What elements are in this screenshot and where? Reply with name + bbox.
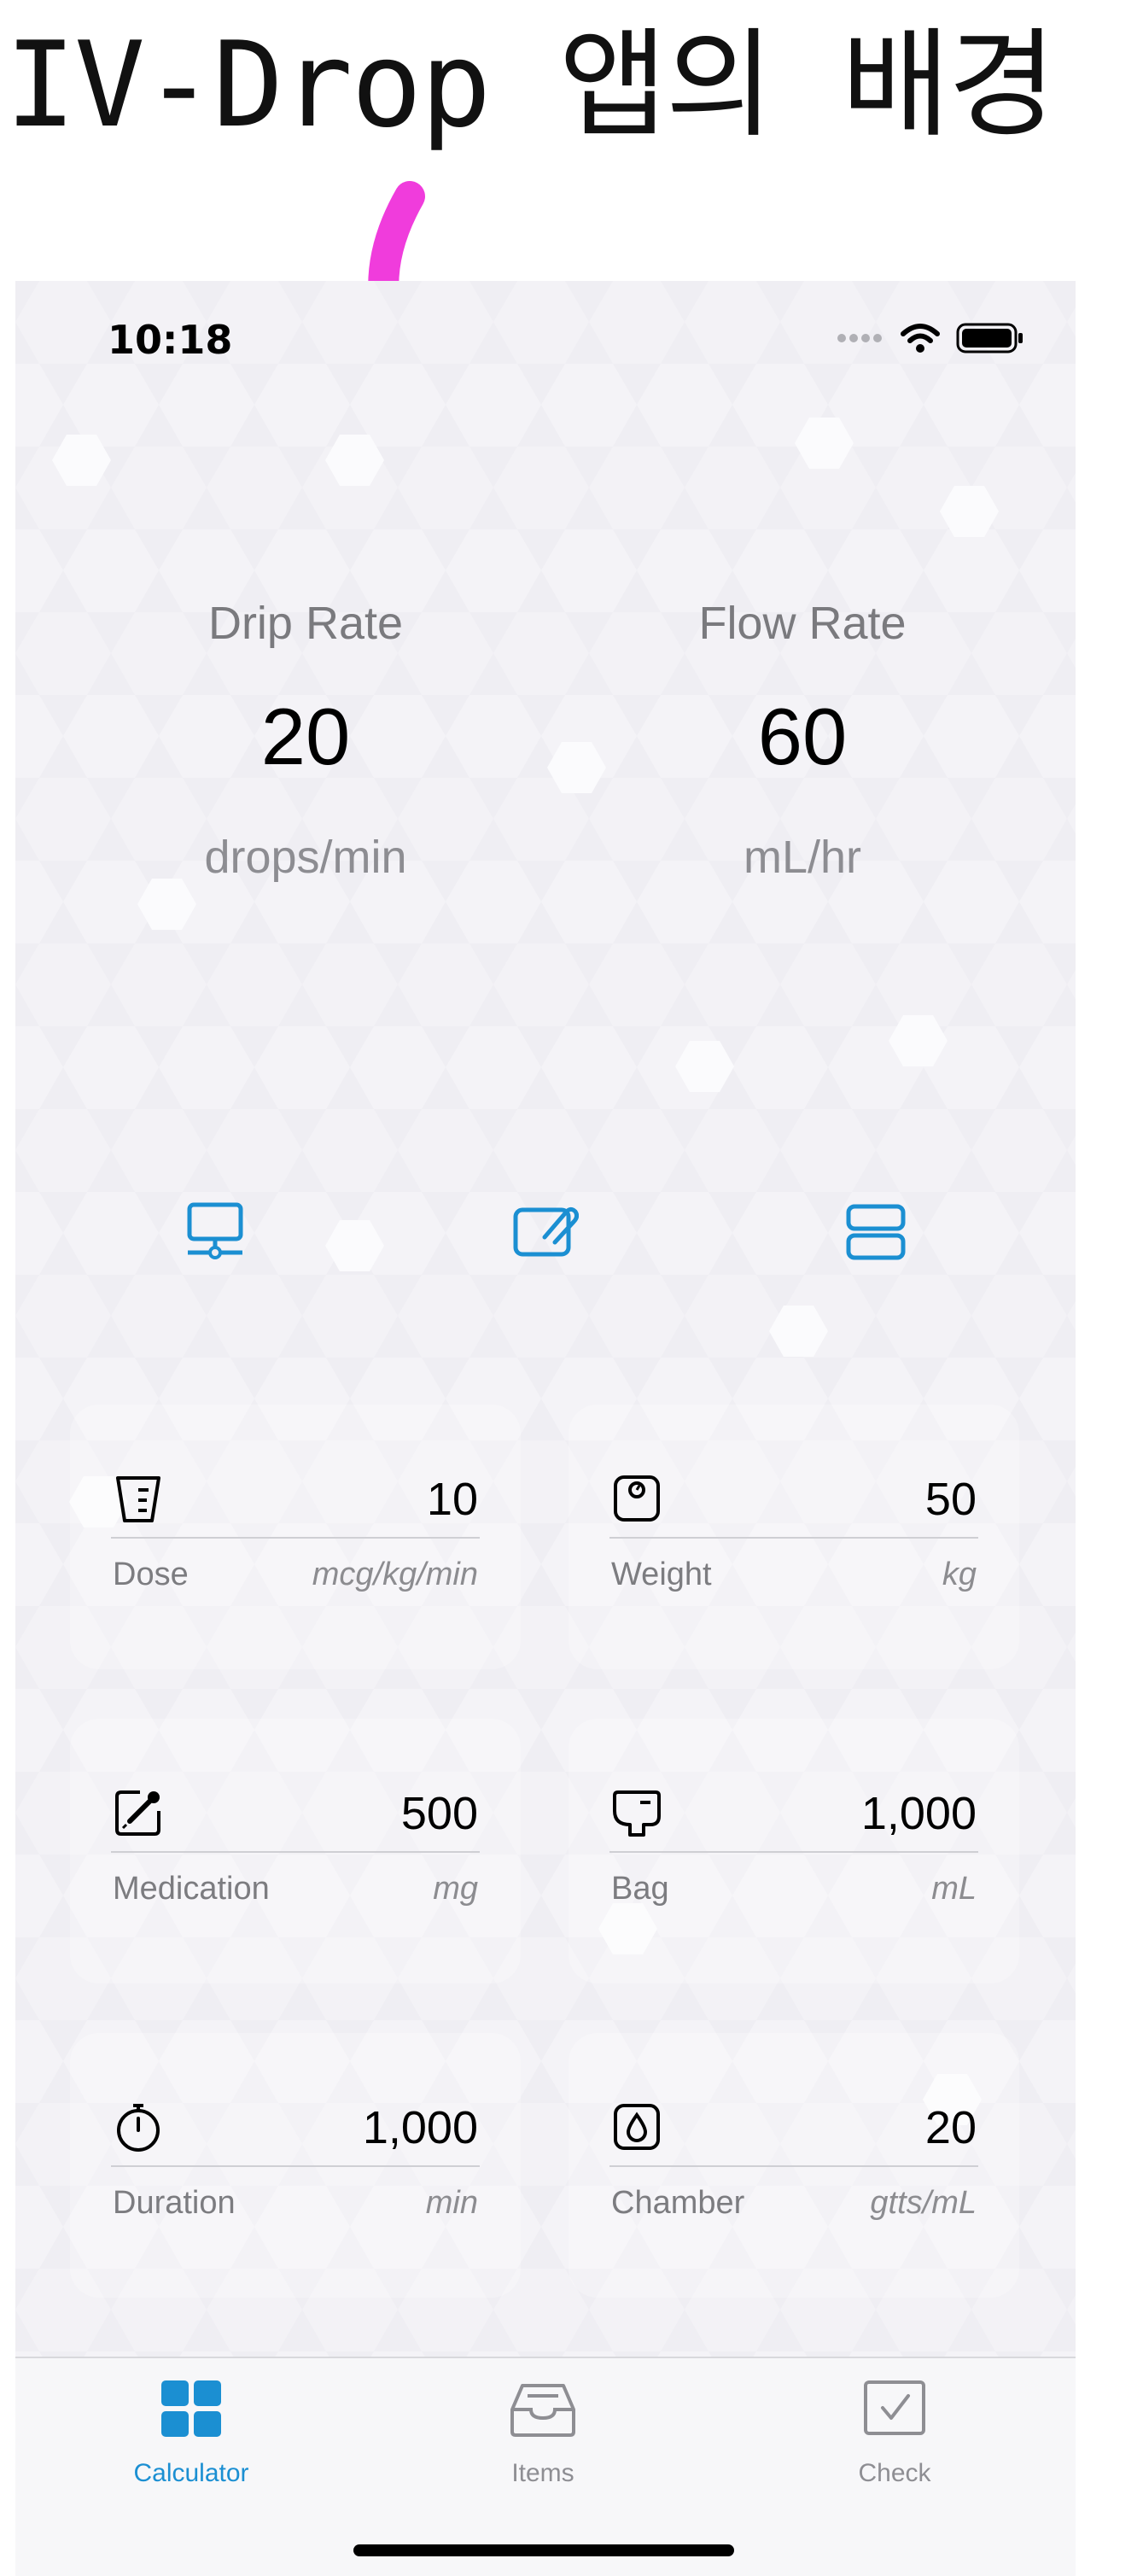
tab-check[interactable]: Check — [767, 2379, 1023, 2488]
chamber-value[interactable]: 20 — [925, 2101, 977, 2154]
home-indicator[interactable] — [353, 2544, 734, 2556]
cellular-dots-icon — [837, 334, 882, 342]
duration-label: Duration — [113, 2185, 236, 2221]
tab-calculator-label: Calculator — [133, 2459, 249, 2487]
weight-label: Weight — [611, 1557, 712, 1592]
flow-rate-value: 60 — [757, 692, 848, 781]
battery-icon — [956, 323, 1023, 353]
status-time: 10:18 — [108, 317, 233, 363]
syringe-note-icon — [115, 1790, 160, 1836]
flow-rate-display: Flow Rate 60 mL/hr — [589, 597, 1016, 884]
bag-label: Bag — [611, 1871, 669, 1907]
tab-calculator[interactable]: Calculator — [63, 2379, 319, 2488]
bag-unit: mL — [931, 1871, 977, 1907]
medication-value[interactable]: 500 — [401, 1787, 478, 1840]
divider — [111, 1851, 480, 1853]
duration-card[interactable]: 1,000 Duration min — [70, 2033, 521, 2298]
tray-icon — [510, 2384, 575, 2437]
divider — [609, 1851, 978, 1853]
tab-items[interactable]: Items — [415, 2379, 671, 2488]
chamber-label: Chamber — [611, 2185, 745, 2221]
divider — [609, 1537, 978, 1539]
weight-unit: kg — [942, 1557, 977, 1592]
note-attachment-icon[interactable] — [510, 1198, 579, 1266]
flow-rate-label: Flow Rate — [698, 598, 907, 649]
wifi-icon — [901, 324, 940, 353]
tab-bar: Calculator Items Check — [15, 2357, 1076, 2576]
weight-value[interactable]: 50 — [925, 1473, 977, 1526]
drip-rate-unit: drops/min — [204, 832, 407, 883]
bag-card[interactable]: 1,000 Bag mL — [569, 1719, 1019, 1983]
tab-items-label: Items — [511, 2459, 574, 2487]
phone-screen: 10:18 Drip Rate 20 drops/min Flow Rate 6… — [15, 281, 1076, 2576]
scale-icon — [614, 1475, 660, 1522]
dose-card[interactable]: 10 Dose mcg/kg/min — [70, 1405, 521, 1669]
cup-icon — [116, 1476, 160, 1522]
chamber-card[interactable]: 20 Chamber gtts/mL — [569, 2033, 1019, 2298]
medication-label: Medication — [113, 1871, 270, 1907]
divider — [609, 2165, 978, 2167]
dose-label: Dose — [113, 1557, 189, 1592]
drip-rate-label: Drip Rate — [207, 598, 404, 649]
grid-icon — [161, 2380, 221, 2437]
duration-value[interactable]: 1,000 — [363, 2101, 478, 2154]
bag-value[interactable]: 1,000 — [861, 1787, 977, 1840]
medication-card[interactable]: 500 Medication mg — [70, 1719, 521, 1983]
duration-unit: min — [425, 2185, 478, 2221]
iv-bag-icon — [613, 1790, 661, 1837]
two-rows-icon[interactable] — [842, 1198, 910, 1266]
chamber-unit: gtts/mL — [870, 2185, 977, 2221]
divider — [111, 2165, 480, 2167]
drop-chamber-icon — [614, 2104, 660, 2150]
medication-unit: mg — [433, 1871, 478, 1907]
drip-rate-value: 20 — [260, 692, 351, 781]
dose-unit: mcg/kg/min — [312, 1557, 478, 1592]
flow-rate-unit: mL/hr — [743, 832, 862, 883]
dose-value[interactable]: 10 — [427, 1473, 478, 1526]
divider — [111, 1537, 480, 1539]
stopwatch-icon — [117, 2104, 160, 2152]
drip-rate-display: Drip Rate 20 drops/min — [92, 597, 519, 884]
tab-check-label: Check — [858, 2459, 931, 2487]
status-icons — [837, 322, 1024, 354]
weight-card[interactable]: 50 Weight kg — [569, 1405, 1019, 1669]
checkbox-icon — [864, 2380, 925, 2435]
monitor-icon[interactable] — [181, 1198, 249, 1266]
